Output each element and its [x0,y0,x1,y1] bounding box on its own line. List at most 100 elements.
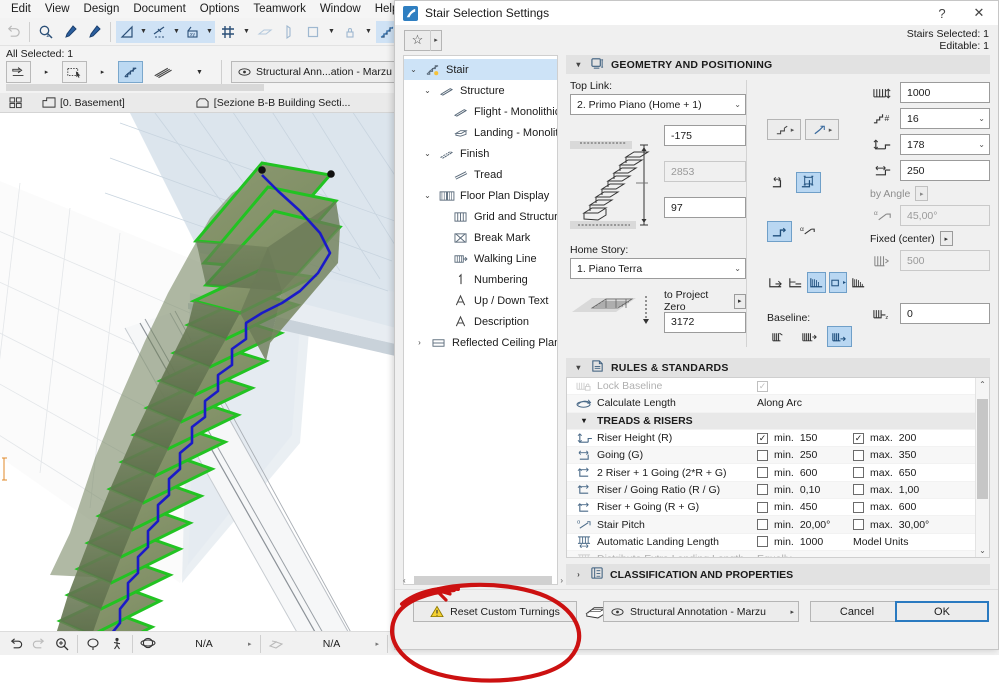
scroll-left-icon[interactable]: ‹ [403,576,406,585]
baseline-left-icon[interactable] [767,326,792,347]
twisty-icon[interactable]: › [573,570,584,579]
checkbox[interactable] [853,467,864,479]
settings-tree[interactable]: ⌄ Stair ⌄ Structure Flight - Monolithic … [403,55,558,585]
checkbox[interactable] [757,536,768,548]
layer-icon[interactable] [265,633,288,655]
twisty-icon[interactable]: ⌄ [408,65,419,74]
caret-right-icon[interactable]: ▸ [939,231,953,246]
zoom-select-icon[interactable]: 1 [35,21,57,43]
going-input[interactable]: 250 [900,160,990,181]
width-unlinked-icon[interactable] [767,172,792,193]
undo-status-icon[interactable] [4,633,27,655]
info-box-scrollbar[interactable] [6,84,264,91]
scroll-thumb[interactable] [977,399,988,499]
home-story-select[interactable]: 1. Piano Terra ⌄ [570,258,746,279]
table-row[interactable]: 2 Riser + 1 Going (2*R + G) min. 600 max… [567,464,975,482]
scroll-down-icon[interactable]: ⌄ [979,544,986,557]
min-value[interactable]: 150 [800,432,818,444]
status-left-caret-icon[interactable]: ▸ [248,640,256,648]
favorites-button[interactable]: ☆ ▸ [404,29,442,51]
tree-item-walking-line[interactable]: Walking Line [404,248,557,269]
going-mode-button[interactable] [767,221,792,242]
checkbox[interactable] [757,501,768,513]
syringe-icon[interactable] [83,21,105,43]
twisty-icon[interactable]: ⌄ [422,191,433,200]
riser-height-select[interactable]: 178 ⌄ [900,134,990,155]
checkbox[interactable] [853,484,864,496]
max-value[interactable]: 1,00 [899,484,919,496]
structure-position-1-icon[interactable] [767,272,784,293]
tree-item-finish[interactable]: ⌄ Finish [404,143,557,164]
snap-point-icon[interactable] [149,20,171,43]
checkbox[interactable] [757,467,768,479]
max-value[interactable]: 600 [899,501,917,513]
baseline-center-icon[interactable] [797,326,822,347]
baseline-offset-input[interactable]: 0 [900,303,990,324]
menu-item-teamwork[interactable]: Teamwork [246,1,312,17]
annotation-select[interactable]: Structural Annotation - Marzu ▸ [603,601,799,622]
chevron-down-icon[interactable]: ⌄ [734,100,741,109]
table-row[interactable]: Lock Baseline ✓ [567,378,975,396]
table-row[interactable]: Riser / Going Ratio (R / G) min. 0,10 ma… [567,481,975,500]
min-value[interactable]: 0,10 [800,484,820,496]
pan-icon[interactable] [82,633,105,655]
twisty-icon[interactable]: ▾ [573,60,584,69]
rule-value-cell[interactable]: Along Arc [757,397,853,409]
undo-icon[interactable] [2,21,24,43]
tab-grid-toggle[interactable] [0,93,33,113]
tree-item-reflected-ceiling-plan[interactable]: › Reflected Ceiling Plan Displ [404,332,557,353]
tree-item-flight-monolithic[interactable]: Flight - Monolithic [404,101,557,122]
tree-item-grid-and-structure[interactable]: Grid and Structure [404,206,557,227]
guide-triangle-caret-icon[interactable]: ▼ [138,20,149,43]
lock-caret-icon[interactable]: ▼ [363,21,374,43]
width-linked-icon[interactable] [796,172,821,193]
twisty-icon[interactable]: ▾ [573,363,584,372]
slab-icon[interactable] [254,21,276,43]
project-zero-input[interactable]: 3172 [664,311,746,333]
max-value[interactable]: 650 [899,467,917,479]
chevron-down-icon[interactable]: ⌄ [734,264,741,273]
checkbox[interactable] [757,484,768,496]
stair-type-caret-icon[interactable]: ▼ [187,61,212,83]
tree-item-stair[interactable]: ⌄ Stair [404,59,557,80]
menu-item-options[interactable]: Options [193,1,247,17]
rule-min-cell[interactable]: min. 250 [757,449,853,461]
grid-snap-caret-icon[interactable]: ▼ [241,21,252,43]
scroll-track[interactable] [414,576,552,585]
fixed-center-button[interactable]: Fixed (center) ▸ [870,230,953,247]
twisty-icon[interactable]: ⌄ [422,86,433,95]
tree-item-numbering[interactable]: Numbering [404,269,557,290]
max-value[interactable]: 350 [899,449,917,461]
twisty-icon[interactable]: › [414,338,425,347]
bottom-offset-input[interactable]: 97 [664,197,746,218]
menu-item-design[interactable]: Design [77,1,127,17]
top-link-select[interactable]: 2. Primo Piano (Home + 1) ⌄ [570,94,746,115]
min-value[interactable]: 1000 [800,536,823,548]
tree-item-floor-plan-display[interactable]: ⌄ Floor Plan Display [404,185,557,206]
checkbox[interactable] [853,501,864,513]
rule-max-cell[interactable]: max. 30,00° [853,519,953,531]
rectangle-icon[interactable] [302,21,324,43]
guide-triangle-icon[interactable] [116,20,138,43]
status-right-caret-icon[interactable]: ▸ [376,640,384,648]
annotation-caret-icon[interactable]: ▸ [790,608,794,616]
close-button[interactable]: ✕ [964,2,994,24]
checkbox[interactable] [853,519,864,531]
rule-max-cell[interactable]: ✓ max. 200 [853,432,953,444]
rule-min-cell[interactable]: min. 20,00° [757,519,853,531]
checkbox[interactable]: ✓ [757,380,768,392]
table-row[interactable]: Going (G) min. 250 max. 350 [567,447,975,465]
turn-type-button[interactable]: ▸ [805,119,839,140]
scroll-right-icon[interactable]: › [560,576,563,585]
redo-status-icon[interactable] [27,633,50,655]
to-project-zero-button[interactable]: to Project Zero ▸ [664,289,746,313]
rules-section-header[interactable]: ▾ RULES & STANDARDS [566,358,990,377]
checkbox[interactable]: ✓ [757,432,768,444]
menu-item-window[interactable]: Window [313,1,368,17]
tab-basement[interactable]: [0. Basement] [33,93,134,113]
twisty-icon[interactable]: ▾ [571,416,597,425]
table-row[interactable]: Riser Height (R) ✓ min. 150 ✓ max. 200 [567,430,975,448]
rule-min-cell[interactable]: min. 1000 [757,536,853,548]
rule-min-cell[interactable]: min. 450 [757,501,853,513]
table-group-row[interactable]: ▾ TREADS & RISERS [567,412,975,430]
